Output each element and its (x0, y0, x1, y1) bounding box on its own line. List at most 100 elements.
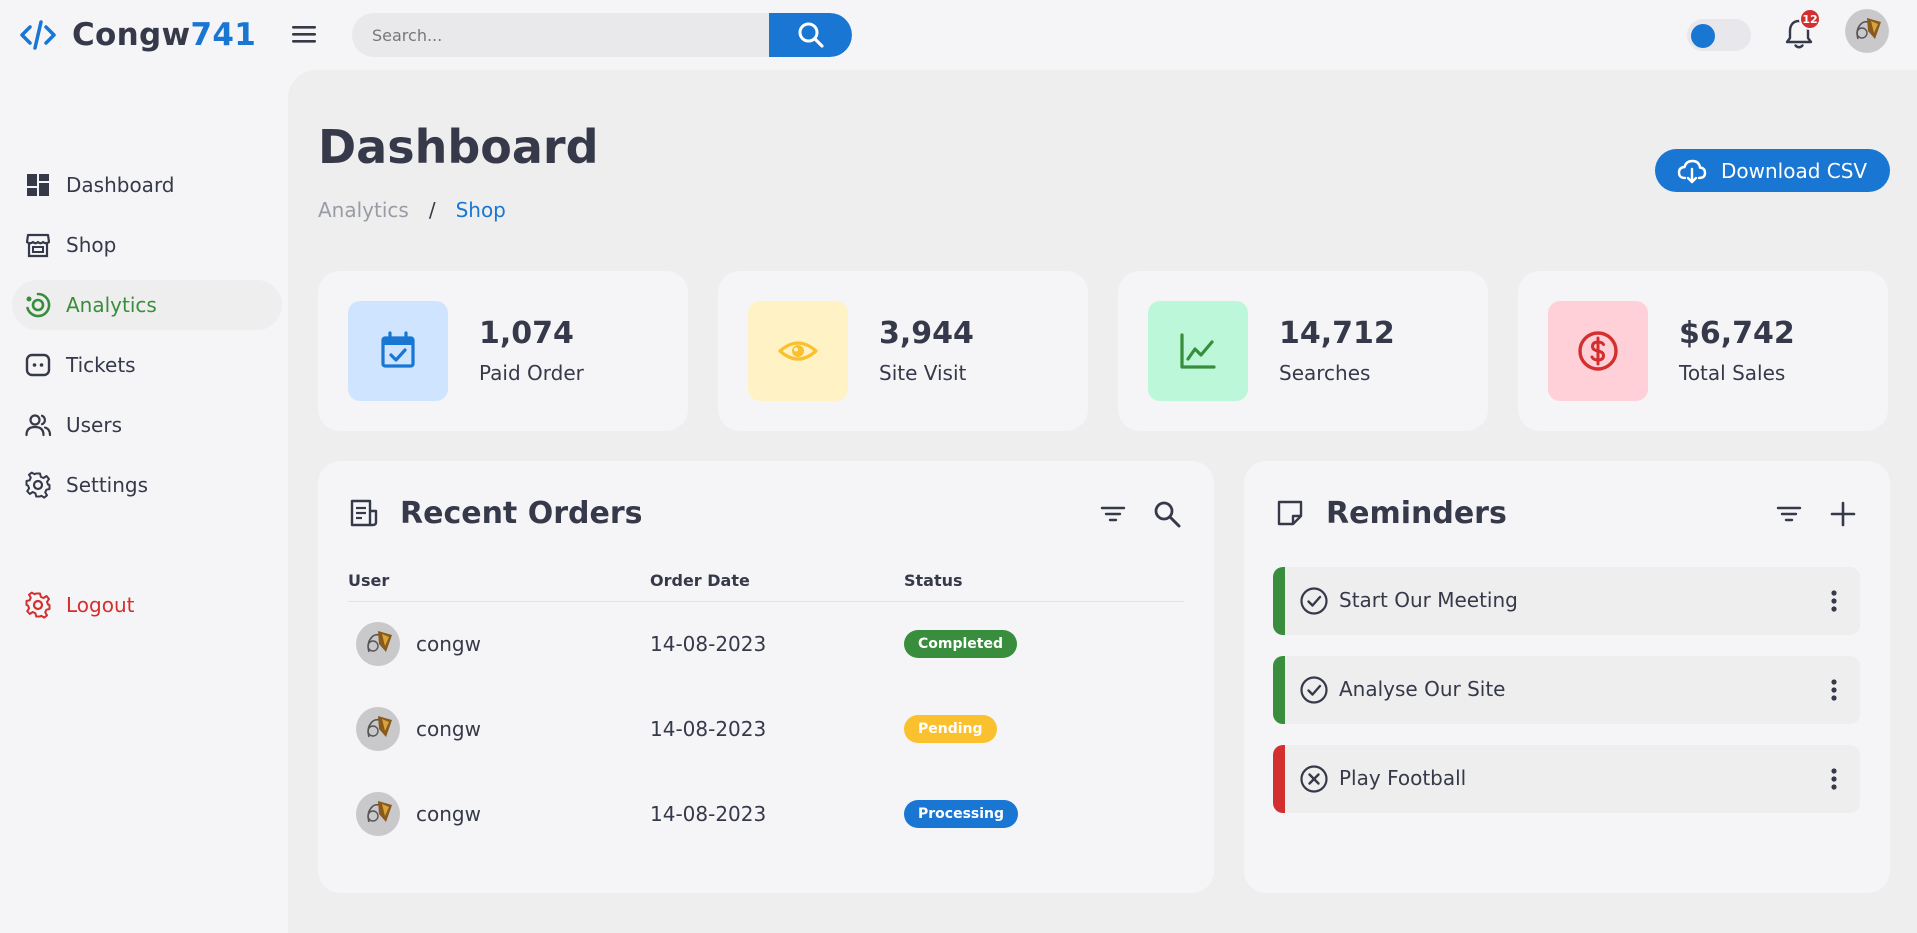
sidebar-item-label: Users (66, 413, 123, 437)
page-title: Dashboard (318, 120, 599, 174)
gear-icon (25, 471, 51, 499)
analytics-icon (26, 292, 51, 318)
reminder-status-bar (1273, 656, 1285, 724)
sidebar-item-label: Settings (66, 473, 149, 497)
calendar-check-icon (381, 331, 415, 368)
logo[interactable]: Congw741 (18, 14, 256, 56)
stat-card-total-sales: $6,742 Total Sales (1518, 271, 1888, 431)
column-header-status: Status (904, 561, 1184, 602)
table-row[interactable]: congw 14-08-2023 Completed (348, 601, 1184, 686)
logout-button[interactable]: Logout (12, 580, 282, 630)
stat-value: 3,944 (879, 316, 974, 351)
gear-icon (25, 591, 51, 619)
check-circle-icon (1300, 587, 1328, 615)
stat-label: Site Visit (879, 361, 967, 385)
sidebar-item-dashboard[interactable]: Dashboard (12, 160, 282, 210)
cloud-download-icon (1677, 159, 1707, 183)
stat-icon-box (1548, 301, 1648, 401)
breadcrumb-separator: / (428, 198, 436, 222)
reminder-text: Start Our Meeting (1339, 588, 1518, 612)
reminders-header: Reminders (1274, 491, 1507, 535)
reminder-item[interactable]: Analyse Our Site (1273, 656, 1860, 724)
dashboard-icon (27, 174, 49, 196)
user-name: congw (416, 716, 481, 741)
order-date: 14-08-2023 (650, 801, 767, 826)
avatar (356, 621, 400, 666)
main-content: Dashboard Analytics / Shop Download CSV … (288, 70, 1917, 933)
stat-label: Total Sales (1679, 361, 1786, 385)
sticky-note-icon (1277, 500, 1303, 526)
dollar-circle-icon (1578, 331, 1618, 371)
stat-icon-box (748, 301, 848, 401)
code-icon (20, 20, 56, 50)
panel-title: Reminders (1326, 495, 1507, 531)
table-row[interactable]: congw 14-08-2023 Processing (348, 771, 1184, 856)
logout-label: Logout (66, 593, 135, 617)
reminder-status-bar (1273, 567, 1285, 635)
order-date: 14-08-2023 (650, 716, 767, 741)
sidebar-item-settings[interactable]: Settings (12, 460, 282, 510)
recent-orders-panel: Recent Orders User Order Date Status con… (318, 461, 1214, 893)
theme-toggle[interactable] (1687, 19, 1751, 51)
sidebar-item-shop[interactable]: Shop (12, 220, 282, 270)
table-row[interactable]: congw 14-08-2023 Pending (348, 686, 1184, 771)
download-csv-label: Download CSV (1721, 158, 1868, 183)
toggle-knob (1691, 24, 1715, 48)
stat-card-searches: 14,712 Searches (1118, 271, 1488, 431)
more-vertical-icon[interactable] (1819, 675, 1849, 705)
menu-icon[interactable] (290, 22, 318, 46)
column-header-order-date: Order Date (650, 561, 904, 602)
sidebar-item-label: Dashboard (66, 173, 175, 197)
avatar (356, 706, 400, 751)
avatar[interactable] (1845, 9, 1889, 53)
reminder-status-bar (1273, 745, 1285, 813)
stat-icon-box (348, 301, 448, 401)
order-date: 14-08-2023 (650, 631, 767, 656)
search-button[interactable] (769, 13, 852, 57)
reminder-item[interactable]: Start Our Meeting (1273, 567, 1860, 635)
line-chart-icon (1180, 333, 1216, 369)
stat-card-paid-order: 1,074 Paid Order (318, 271, 688, 431)
stat-icon-box (1148, 301, 1248, 401)
reminder-text: Play Football (1339, 766, 1467, 790)
brand-name-suffix: 741 (190, 17, 257, 53)
recent-orders-header: Recent Orders (348, 491, 643, 535)
reminders-panel: Reminders Start Our Meeting Analyse Our … (1244, 461, 1890, 893)
search-bar (352, 13, 852, 57)
top-bar: Congw741 12 (0, 0, 1917, 70)
cancel-circle-icon (1300, 765, 1328, 793)
sidebar-item-tickets[interactable]: Tickets (12, 340, 282, 390)
stat-card-site-visit: 3,944 Site Visit (718, 271, 1088, 431)
filter-icon[interactable] (1774, 499, 1804, 529)
sidebar-item-analytics[interactable]: Analytics (12, 280, 282, 330)
avatar (356, 791, 400, 836)
user-cell: congw (348, 621, 650, 666)
more-vertical-icon[interactable] (1819, 764, 1849, 794)
brand-name: Congw741 (72, 17, 256, 53)
reminder-item[interactable]: Play Football (1273, 745, 1860, 813)
search-icon[interactable] (1152, 499, 1182, 529)
more-vertical-icon[interactable] (1819, 586, 1849, 616)
add-icon[interactable] (1828, 499, 1858, 529)
sidebar-item-label: Tickets (66, 353, 136, 377)
breadcrumb-analytics[interactable]: Analytics (318, 198, 409, 222)
search-input[interactable] (352, 13, 770, 57)
check-circle-icon (1300, 676, 1328, 704)
user-name: congw (416, 801, 481, 826)
status-badge: Processing (904, 800, 1019, 828)
sidebar-item-users[interactable]: Users (12, 400, 282, 450)
breadcrumb-shop[interactable]: Shop (456, 198, 506, 222)
breadcrumb: Analytics / Shop (318, 198, 506, 222)
user-cell: congw (348, 706, 650, 751)
stat-value: $6,742 (1679, 316, 1795, 351)
status-badge: Pending (904, 715, 997, 743)
stat-value: 14,712 (1279, 316, 1395, 351)
download-csv-button[interactable]: Download CSV (1655, 149, 1890, 192)
users-icon (25, 414, 52, 437)
store-icon (25, 233, 51, 258)
sidebar-item-label: Analytics (66, 293, 157, 317)
stat-label: Searches (1279, 361, 1371, 385)
orders-table: User Order Date Status congw 14-08-2023 … (348, 561, 1184, 856)
reminder-text: Analyse Our Site (1339, 677, 1506, 701)
filter-icon[interactable] (1098, 499, 1128, 529)
